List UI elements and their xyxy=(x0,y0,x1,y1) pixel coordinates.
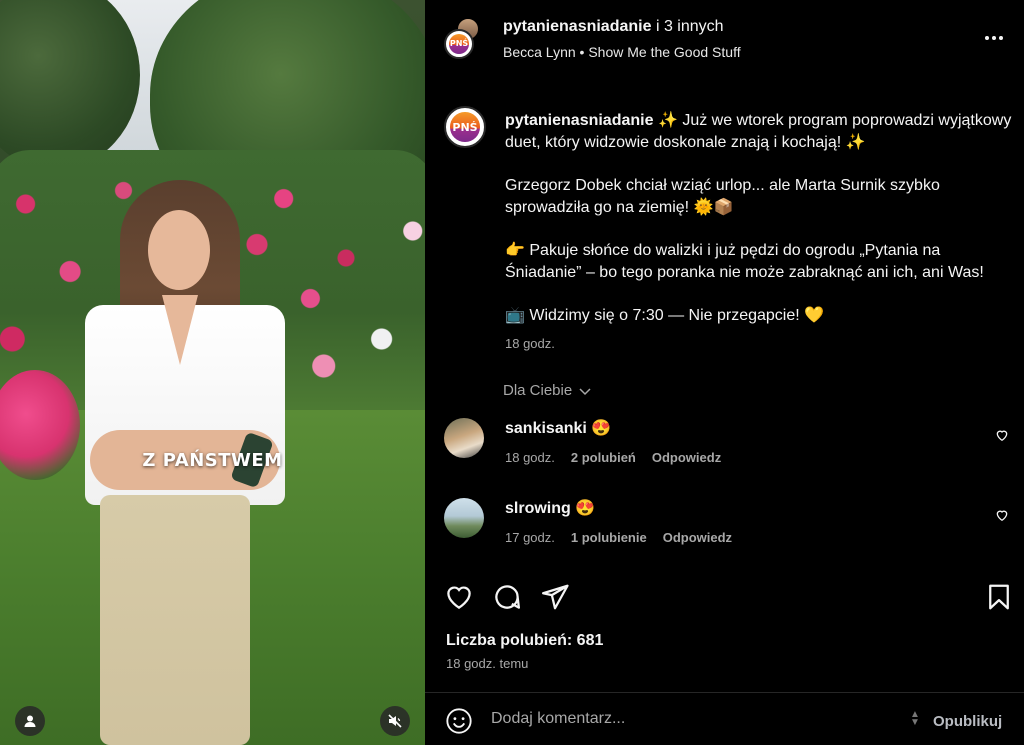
chevron-down-icon xyxy=(579,387,591,395)
caption-paragraph: 👉 Pakuje słońce do walizki i już pędzi d… xyxy=(505,242,984,281)
post-author-title[interactable]: pytanienasniadanie i 3 innych xyxy=(503,18,724,36)
caption-paragraph: 📺 Widzimy się o 7:30 — Nie przegapcie! 💛 xyxy=(505,307,825,324)
save-button[interactable] xyxy=(984,582,1014,617)
share-button[interactable] xyxy=(540,582,570,617)
comment-likes[interactable]: 1 polubienie xyxy=(571,530,647,545)
reply-button[interactable]: Odpowiedz xyxy=(652,450,721,465)
comment-button[interactable] xyxy=(492,582,522,617)
comment-item: slrowing 😍 17 godz. 1 polubienie Odpowie… xyxy=(444,498,1014,558)
comment-item: sankisanki 😍 18 godz. 2 polubień Odpowie… xyxy=(444,418,1014,478)
caption-timestamp: 18 godz. xyxy=(505,336,555,351)
comment-likes[interactable]: 2 polubień xyxy=(571,450,636,465)
for-you-toggle[interactable]: Dla Ciebie xyxy=(503,382,592,399)
video-overlay-text: Z PAŃSTWEM xyxy=(142,450,283,471)
audio-track[interactable]: Becca Lynn • Show Me the Good Stuff xyxy=(503,44,741,60)
heart-icon xyxy=(447,586,471,609)
speaker-muted-icon xyxy=(388,714,402,728)
heart-icon xyxy=(996,430,1008,442)
comment-input[interactable] xyxy=(491,707,891,731)
speech-bubble-icon xyxy=(495,585,520,609)
more-dots-icon xyxy=(985,36,989,40)
add-comment-bar: ▲▼ Opublikuj xyxy=(425,693,1024,745)
bookmark-icon xyxy=(989,584,1009,610)
heart-icon xyxy=(996,510,1008,522)
comment-author[interactable]: slrowing 😍 xyxy=(505,498,595,518)
caption-paragraph: Grzegorz Dobek chciał wziąć urlop... ale… xyxy=(505,177,940,216)
post-video[interactable]: Z PAŃSTWEM xyxy=(0,0,425,745)
tagged-users-button[interactable] xyxy=(15,706,45,736)
pns-logo: PNŚ xyxy=(448,33,470,55)
resize-grip-icon[interactable]: ▲ ▼ xyxy=(910,710,920,728)
comment-meta: 18 godz. 2 polubień Odpowiedz xyxy=(505,450,721,465)
paper-plane-icon xyxy=(542,584,569,610)
commenter-avatar[interactable] xyxy=(444,498,484,538)
publish-button[interactable]: Opublikuj xyxy=(933,713,1002,730)
comment-time: 17 godz. xyxy=(505,530,555,545)
for-you-label: Dla Ciebie xyxy=(503,382,573,399)
post-details-panel: PNŚ pytanienasniadanie i 3 innych Becca … xyxy=(425,0,1024,745)
caption-author-avatar[interactable]: PNŚ xyxy=(444,106,486,148)
comment-author[interactable]: sankisanki 😍 xyxy=(505,418,611,438)
post-timestamp: 18 godz. temu xyxy=(446,656,529,671)
commenter-avatar[interactable] xyxy=(444,418,484,458)
post-header: PNŚ pytanienasniadanie i 3 innych Becca … xyxy=(425,0,1024,90)
post-actions xyxy=(444,582,1014,612)
caption-username[interactable]: pytanienasniadanie xyxy=(505,112,654,129)
comment-time: 18 godz. xyxy=(505,450,555,465)
like-button[interactable] xyxy=(444,582,474,617)
like-comment-button[interactable] xyxy=(995,508,1009,527)
mute-button[interactable] xyxy=(380,706,410,736)
more-options-button[interactable] xyxy=(980,30,1008,46)
author-username[interactable]: pytanienasniadanie xyxy=(503,18,652,35)
comment-meta: 17 godz. 1 polubienie Odpowiedz xyxy=(505,530,732,545)
collaborators-count[interactable]: i 3 innych xyxy=(652,18,724,35)
caption-text: pytanienasniadanie ✨ Już we wtorek progr… xyxy=(505,110,1015,348)
like-comment-button[interactable] xyxy=(995,428,1009,447)
author-avatar[interactable]: PNŚ xyxy=(444,29,474,59)
reply-button[interactable]: Odpowiedz xyxy=(663,530,732,545)
person-icon xyxy=(24,715,36,727)
emoji-picker-button[interactable] xyxy=(445,707,473,740)
likes-count[interactable]: Liczba polubień: 681 xyxy=(446,632,603,650)
pns-logo: PNŚ xyxy=(450,112,480,142)
smiley-icon xyxy=(446,708,472,734)
